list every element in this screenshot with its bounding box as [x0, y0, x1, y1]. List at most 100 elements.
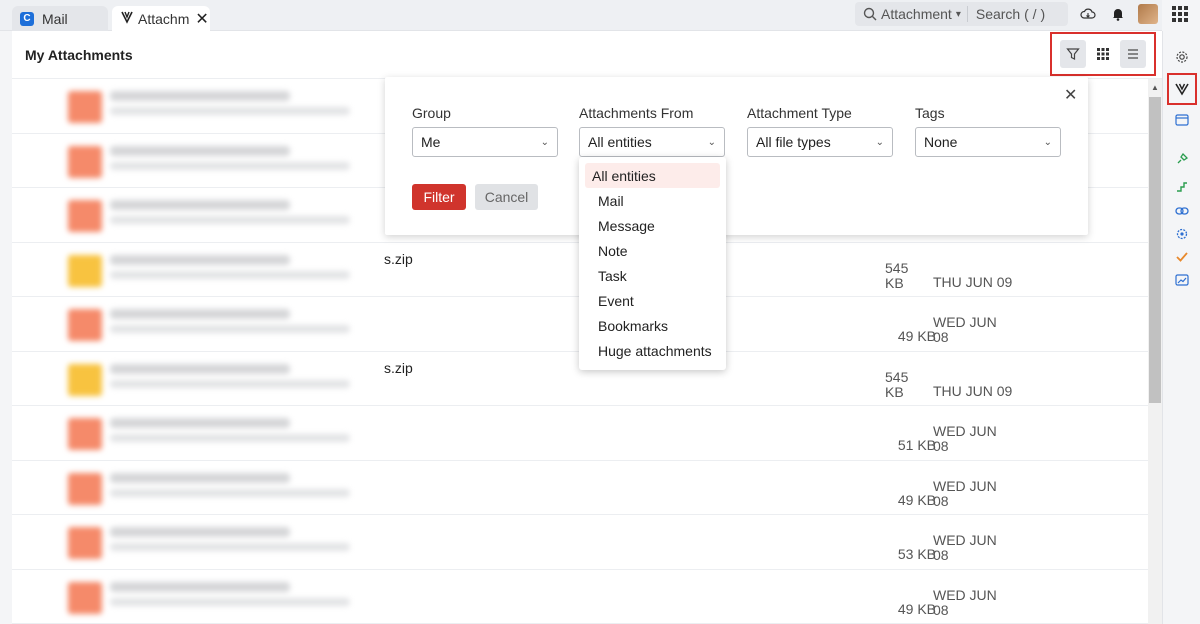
file-date: THU JUN 09 [933, 273, 1013, 290]
blurred-sender [110, 543, 350, 551]
gear-icon[interactable] [1173, 48, 1191, 66]
check-icon[interactable] [1173, 248, 1191, 266]
filter-tags: Tags None ⌄ [915, 105, 1061, 157]
cloud-icon[interactable] [1079, 5, 1097, 23]
tab-mail[interactable]: C Mail [12, 6, 108, 31]
group-select[interactable]: Me ⌄ [412, 127, 558, 157]
scrollbar-thumb[interactable] [1149, 97, 1161, 403]
blurred-filename [110, 418, 290, 428]
list-view-button[interactable] [1120, 40, 1146, 68]
file-thumbnail [68, 254, 102, 287]
blurred-sender [110, 107, 350, 115]
attachments-from-select[interactable]: All entities ⌄ [579, 127, 725, 157]
search-scope-dropdown[interactable]: Attachment ▾ [855, 6, 968, 22]
search-icon [863, 7, 877, 21]
blurred-sender [110, 270, 350, 279]
file-thumbnail [68, 527, 102, 559]
file-thumbnail [68, 200, 102, 232]
dropdown-option[interactable]: Bookmarks [585, 313, 720, 338]
file-date: WED JUN 08 [933, 314, 997, 345]
file-size: 545 KB [885, 368, 909, 400]
mail-logo-icon: C [20, 11, 34, 26]
file-thumbnail [68, 581, 102, 614]
filter-button[interactable] [1060, 40, 1086, 68]
tags-select[interactable]: None ⌄ [915, 127, 1061, 157]
table-row[interactable]: 53 KB WED JUN 08 [12, 515, 1148, 570]
chevron-down-icon: ⌄ [540, 136, 549, 148]
file-thumbnail [68, 472, 102, 505]
close-tab-icon[interactable]: ✕ [195, 9, 208, 29]
attachments-from-value: All entities [588, 134, 652, 150]
chevron-down-icon: ⌄ [875, 136, 884, 148]
file-size: 49 KB [897, 328, 936, 344]
file-thumbnail [68, 91, 102, 123]
view-toolbar [1050, 32, 1156, 76]
tab-mail-label: Mail [42, 10, 68, 27]
cancel-button[interactable]: Cancel [475, 184, 538, 210]
blurred-filename [110, 200, 290, 210]
chevron-down-icon: ▾ [955, 8, 961, 20]
table-row[interactable]: 49 KB WED JUN 08 [12, 570, 1148, 624]
file-thumbnail [68, 309, 102, 341]
file-size: 51 KB [897, 437, 936, 453]
file-date: WED JUN 08 [933, 586, 997, 618]
filter-apply-button[interactable]: Filter [412, 184, 466, 210]
file-size: 53 KB [897, 546, 936, 562]
blurred-sender [110, 379, 350, 388]
window-icon[interactable] [1173, 111, 1191, 129]
filter-attachments-from: Attachments From All entities ⌄ [579, 105, 725, 157]
right-rail [1162, 31, 1200, 624]
dropdown-option[interactable]: Note [585, 238, 720, 263]
search-input[interactable]: Search ( / ) [968, 6, 1045, 22]
attachment-logo-icon [120, 10, 134, 27]
steps-icon[interactable] [1173, 177, 1191, 195]
search-bar[interactable]: Attachment ▾ Search ( / ) [855, 2, 1068, 26]
link-icon[interactable] [1173, 202, 1191, 220]
blurred-filename [110, 309, 290, 319]
chevron-down-icon: ⌄ [1043, 136, 1052, 148]
filter-panel: ✕ Group Me ⌄ Attachments From All entiti… [385, 77, 1088, 235]
gear-group-icon[interactable] [1173, 225, 1191, 243]
blurred-sender [110, 488, 350, 497]
attachments-from-label: Attachments From [579, 105, 694, 121]
grid-view-icon [1097, 48, 1109, 60]
attachment-type-select[interactable]: All file types ⌄ [747, 127, 893, 157]
filter-group-label: Group [412, 105, 451, 121]
table-row[interactable]: 51 KB WED JUN 08 [12, 406, 1148, 461]
table-row[interactable]: 49 KB WED JUN 08 [12, 461, 1148, 515]
blurred-filename [110, 145, 290, 156]
chevron-down-icon: ⌄ [707, 136, 716, 148]
dropdown-option[interactable]: Event [585, 288, 720, 313]
dropdown-option[interactable]: Task [585, 263, 720, 288]
grid-view-button[interactable] [1090, 40, 1116, 68]
close-icon[interactable]: ✕ [1064, 85, 1077, 105]
file-size: 49 KB [897, 600, 936, 617]
bell-icon[interactable] [1109, 5, 1127, 23]
file-thumbnail [68, 418, 102, 450]
attachment-app-icon[interactable] [1173, 80, 1191, 98]
file-size: 545 KB [885, 259, 909, 291]
blurred-sender [110, 161, 350, 170]
avatar[interactable] [1138, 4, 1158, 24]
blurred-sender [110, 434, 350, 442]
dropdown-option[interactable]: Huge attachments [585, 338, 720, 363]
file-date: THU JUN 09 [933, 382, 1013, 399]
attachments-from-dropdown: All entities Mail Message Note Task Even… [579, 157, 726, 370]
dropdown-option[interactable]: Message [585, 213, 720, 238]
chart-icon[interactable] [1173, 271, 1191, 289]
apps-grid-icon[interactable] [1172, 6, 1188, 22]
file-thumbnail [68, 363, 102, 396]
filter-icon [1066, 48, 1080, 60]
file-date: WED JUN 08 [933, 477, 997, 509]
scrollbar[interactable]: ▲ [1148, 79, 1162, 624]
scroll-up-icon[interactable]: ▲ [1151, 83, 1159, 92]
pin-icon[interactable] [1173, 150, 1191, 168]
blurred-filename [110, 254, 290, 265]
dropdown-option[interactable]: All entities [585, 163, 720, 188]
blurred-filename [110, 91, 290, 101]
tab-attachments[interactable]: Attachm ✕ [112, 6, 210, 31]
attachment-type-value: All file types [756, 134, 831, 150]
top-tab-bar: C Mail Attachm ✕ Attachment ▾ Search ( /… [0, 0, 1188, 31]
dropdown-option[interactable]: Mail [585, 188, 720, 213]
list-view-icon [1128, 49, 1138, 59]
